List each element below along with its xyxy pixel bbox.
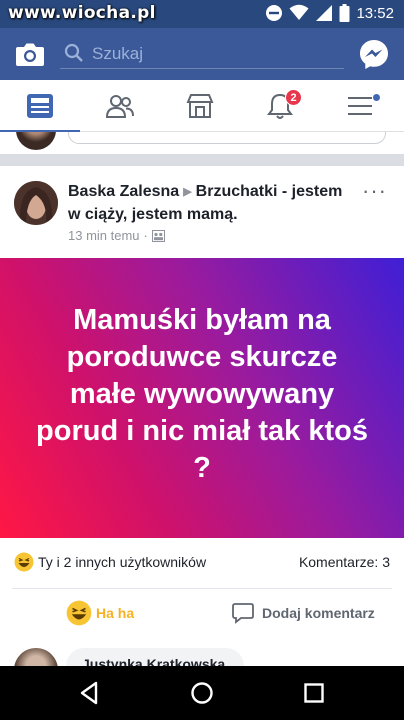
friends-icon bbox=[105, 95, 134, 118]
group-privacy-icon bbox=[151, 229, 165, 242]
menu-icon bbox=[348, 97, 372, 115]
signal-icon bbox=[316, 5, 333, 21]
arrow-right-icon: ▶ bbox=[183, 186, 192, 198]
news-feed-icon bbox=[27, 94, 53, 118]
status-bar: www.wiocha.pl 13:52 bbox=[0, 0, 404, 28]
author-name[interactable]: Baska Zalesna bbox=[68, 183, 179, 200]
watermark: www.wiocha.pl bbox=[8, 3, 156, 23]
more-options-button[interactable]: ··· bbox=[362, 180, 387, 202]
previous-comment-bubble bbox=[68, 132, 386, 144]
react-button[interactable]: Ha ha bbox=[96, 605, 134, 621]
commenter-name[interactable]: Justynka Kratkowska bbox=[82, 656, 225, 666]
avatar-photo bbox=[14, 181, 58, 225]
post-time[interactable]: 13 min temu bbox=[68, 228, 140, 243]
comment-button[interactable]: Dodaj komentarz bbox=[262, 605, 375, 621]
feed-post: Baska Zalesna ▶ Brzuchatki - jestem w ciąż… bbox=[0, 166, 404, 666]
wifi-icon bbox=[289, 4, 309, 20]
tab-menu[interactable] bbox=[320, 80, 400, 132]
marketplace-icon bbox=[186, 94, 214, 118]
android-nav-bar bbox=[0, 666, 404, 720]
tab-marketplace[interactable] bbox=[160, 80, 240, 132]
previous-comment-avatar bbox=[16, 132, 56, 150]
search-icon bbox=[64, 43, 83, 62]
comments-count[interactable]: Komentarze: 3 bbox=[299, 554, 390, 570]
feed-separator bbox=[0, 154, 404, 166]
reactions-summary[interactable]: Ty i 2 innych użytkowników Komentarze: 3 bbox=[0, 550, 404, 576]
menu-dot bbox=[372, 93, 381, 102]
haha-reaction-icon bbox=[14, 552, 34, 572]
top-header: Szukaj bbox=[0, 28, 404, 80]
status-icons: 13:52 bbox=[265, 4, 394, 22]
comment-preview: Justynka Kratkowska bbox=[0, 646, 404, 666]
commenter-avatar[interactable] bbox=[14, 648, 58, 666]
tab-news-feed[interactable] bbox=[0, 80, 80, 133]
home-icon[interactable] bbox=[188, 679, 216, 707]
comment-icon bbox=[232, 603, 254, 624]
haha-reaction-icon bbox=[66, 600, 92, 626]
status-time: 13:52 bbox=[356, 4, 394, 22]
tab-notifications[interactable]: 2 bbox=[240, 80, 320, 132]
post-text: Mamuśki byłam na poroduwce skurcze małe … bbox=[36, 304, 368, 484]
recents-icon[interactable] bbox=[300, 679, 328, 707]
post-meta: 13 min temu · bbox=[68, 228, 165, 243]
messenger-icon[interactable] bbox=[358, 38, 390, 70]
post-actions: Ha ha Dodaj komentarz bbox=[0, 594, 404, 634]
nav-tabs: 2 bbox=[0, 80, 404, 133]
colored-text-banner: Mamuśki byłam na poroduwce skurcze małe … bbox=[0, 258, 404, 538]
post-header: Baska Zalesna ▶ Brzuchatki - jestem w ciąż… bbox=[68, 181, 348, 226]
comment-bubble[interactable]: Justynka Kratkowska bbox=[66, 648, 244, 666]
author-avatar[interactable] bbox=[14, 181, 58, 225]
do-not-disturb-icon bbox=[266, 5, 283, 21]
tab-friends[interactable] bbox=[80, 80, 160, 132]
battery-icon bbox=[339, 4, 350, 22]
camera-icon[interactable] bbox=[14, 39, 46, 69]
previous-post-remnant bbox=[0, 132, 404, 154]
back-icon[interactable] bbox=[76, 679, 104, 707]
divider bbox=[12, 588, 392, 589]
search-input[interactable]: Szukaj bbox=[60, 39, 344, 69]
reactions-text: Ty i 2 innych użytkowników bbox=[38, 554, 207, 570]
notification-badge: 2 bbox=[285, 89, 302, 106]
screen: www.wiocha.pl 13:52 Szukaj 2 Baska Zales… bbox=[0, 0, 404, 720]
search-placeholder: Szukaj bbox=[92, 44, 144, 63]
